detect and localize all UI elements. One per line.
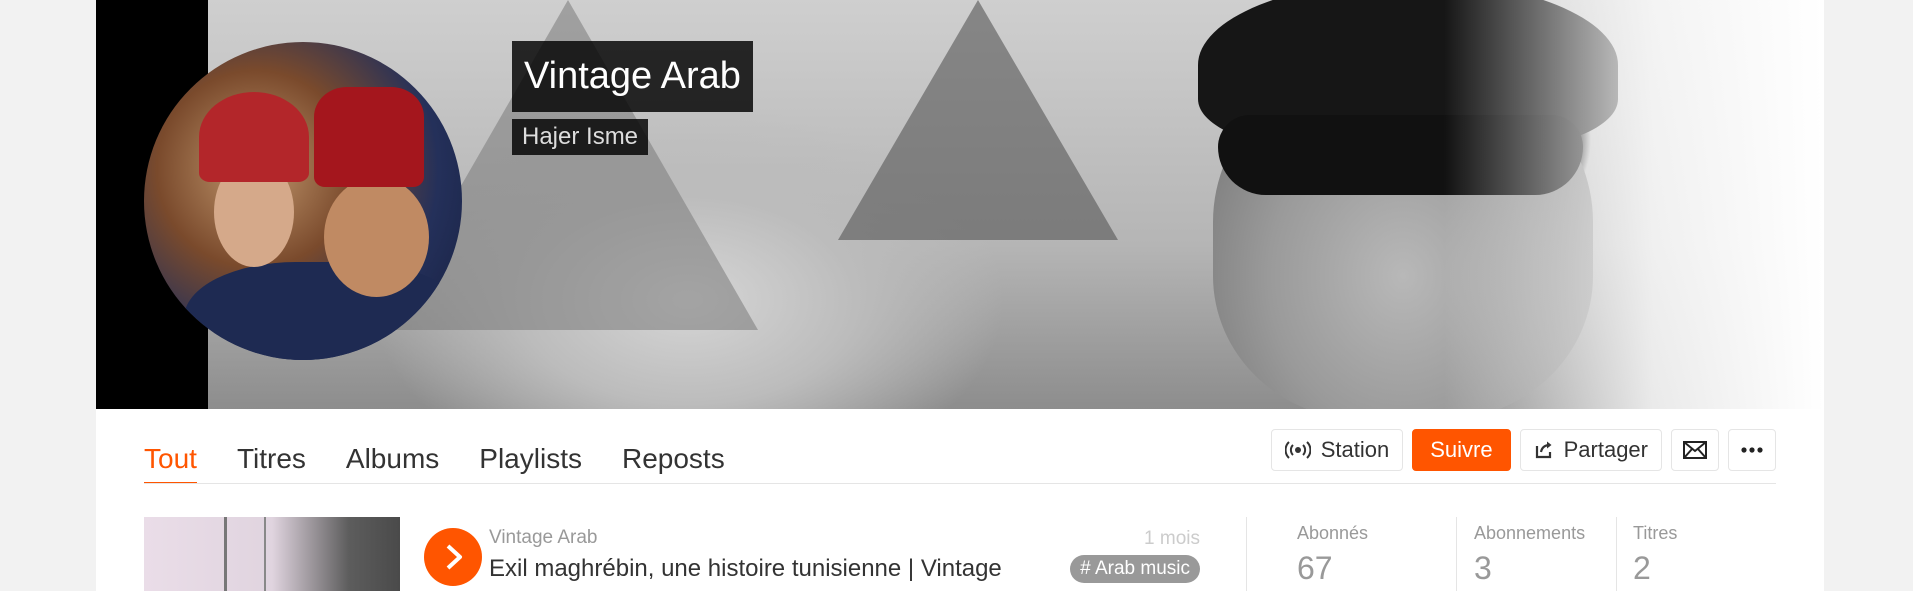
play-button[interactable] [424,528,482,586]
station-button[interactable]: Station [1270,429,1404,471]
more-button[interactable] [1728,429,1776,471]
stat-separator [1456,517,1457,591]
stat-following[interactable]: Abonnements 3 [1474,523,1585,587]
track-uploader[interactable]: Vintage Arab [489,527,597,549]
tab-reposts[interactable]: Reposts [622,430,725,484]
profile-avatar[interactable] [144,42,462,360]
stats-divider [1246,517,1247,591]
track-tag[interactable]: # Arab music [1070,555,1200,583]
stat-value: 3 [1474,550,1492,586]
profile-owner-name: Hajer Isme [512,119,649,155]
tab-titres[interactable]: Titres [237,430,306,484]
track-title[interactable]: Exil maghrébin, une histoire tunisienne … [489,555,1002,583]
track-posted-time: 1 mois [1144,528,1200,549]
follow-button[interactable]: Suivre [1412,429,1511,471]
profile-actions: Station Suivre Partager [1270,429,1776,471]
stat-followers[interactable]: Abonnés 67 [1297,523,1368,587]
envelope-icon [1683,441,1707,459]
share-icon [1534,440,1554,460]
tab-tout[interactable]: Tout [144,430,197,484]
tab-playlists[interactable]: Playlists [479,430,582,484]
share-label: Partager [1563,437,1648,462]
stat-value: 67 [1297,550,1333,586]
message-button[interactable] [1671,429,1719,471]
stat-label: Abonnés [1297,523,1369,543]
tab-albums[interactable]: Albums [346,430,439,484]
stat-label: Abonnements [1474,523,1586,543]
station-label: Station [1320,437,1390,462]
profile-page: Vintage Arab Hajer Isme Tout Titres Albu… [96,0,1824,591]
profile-tabs: Tout Titres Albums Playlists Reposts [144,430,725,484]
profile-header-banner: Vintage Arab Hajer Isme [96,0,1824,409]
share-button[interactable]: Partager [1519,429,1662,471]
track-artwork[interactable] [144,517,400,591]
station-icon [1284,441,1311,459]
profile-name: Vintage Arab [512,41,753,112]
tabs-divider [144,483,1776,484]
stat-tracks[interactable]: Titres 2 [1633,523,1677,587]
stat-separator [1616,517,1617,591]
more-icon [1741,447,1763,453]
stat-value: 2 [1633,550,1651,586]
stat-label: Titres [1633,523,1678,543]
